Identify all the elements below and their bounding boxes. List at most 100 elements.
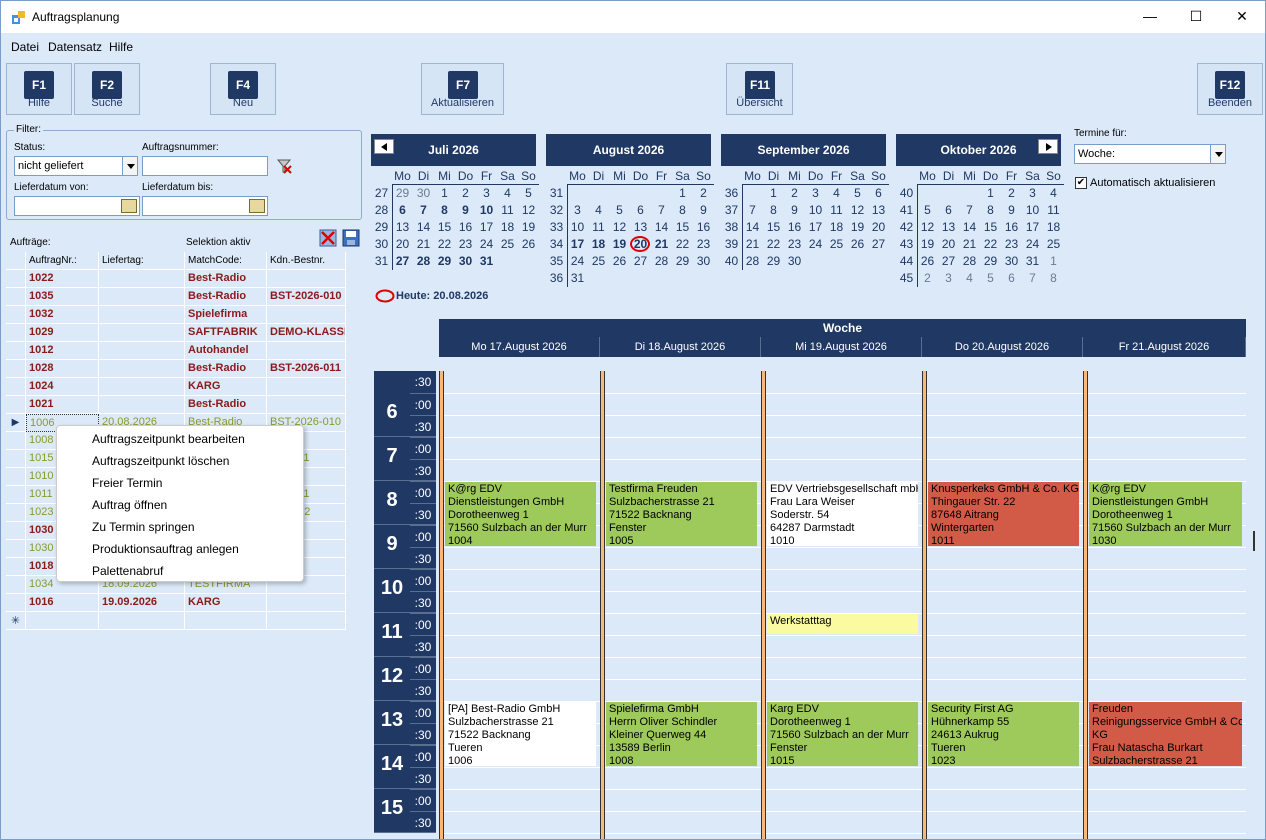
week-number[interactable]: 43 bbox=[896, 236, 917, 253]
calendar-day[interactable]: 25 bbox=[497, 236, 518, 253]
day-column[interactable]: K@rg EDV Dienstleistungen GmbH Dorotheenwe… bbox=[1083, 371, 1246, 839]
table-cell[interactable]: 1022 bbox=[26, 270, 99, 288]
calendar-day[interactable]: 15 bbox=[672, 219, 693, 236]
status-select[interactable]: nicht geliefert bbox=[14, 156, 138, 176]
calendar-day[interactable]: 15 bbox=[763, 219, 784, 236]
table-row[interactable]: 1024 KARG bbox=[6, 378, 346, 396]
appointment[interactable]: Security First AG Hühnerkamp 55 24613 Aukr… bbox=[928, 702, 1079, 766]
table-cell[interactable]: DEMO-KLASSI bbox=[267, 324, 346, 342]
column-header-order-number[interactable]: AuftragNr.: bbox=[26, 252, 99, 270]
calendar-day[interactable]: 17 bbox=[1022, 219, 1043, 236]
calendar-day[interactable]: 4 bbox=[588, 202, 609, 219]
exit-button[interactable]: F12 Beenden bbox=[1197, 63, 1263, 115]
calendar-day[interactable]: 12 bbox=[917, 219, 938, 236]
table-cell[interactable] bbox=[99, 306, 185, 324]
day-header[interactable]: Di 18.August 2026 bbox=[600, 337, 761, 357]
menu-datensatz[interactable]: Datensatz bbox=[48, 40, 102, 54]
row-selector[interactable] bbox=[6, 324, 26, 342]
calendar-day[interactable]: 1 bbox=[434, 185, 455, 202]
calendar-day[interactable]: 12 bbox=[847, 202, 868, 219]
table-cell[interactable]: 19.09.2026 bbox=[99, 594, 185, 612]
minimize-button[interactable]: — bbox=[1127, 1, 1173, 32]
chevron-down-icon[interactable] bbox=[1210, 145, 1225, 163]
row-selector[interactable] bbox=[6, 468, 26, 486]
calendar-day[interactable]: 23 bbox=[784, 236, 805, 253]
context-item-pallet-call[interactable]: Palettenabruf bbox=[57, 559, 303, 581]
table-cell[interactable] bbox=[267, 270, 346, 288]
calendar-day[interactable]: 8 bbox=[434, 202, 455, 219]
table-cell[interactable]: KARG bbox=[185, 594, 267, 612]
appointment[interactable]: Werkstatttag bbox=[767, 614, 918, 634]
day-header[interactable]: Mo 17.August 2026 bbox=[439, 337, 600, 357]
row-selector[interactable] bbox=[6, 306, 26, 324]
calendar-day[interactable]: 10 bbox=[1022, 202, 1043, 219]
week-number[interactable]: 30 bbox=[371, 236, 392, 253]
search-button[interactable]: F2 Suche bbox=[74, 63, 140, 115]
calendar-day[interactable]: 18 bbox=[588, 236, 609, 253]
context-item-jump-to-appointment[interactable]: Zu Termin springen bbox=[57, 515, 303, 537]
calendar-day[interactable]: 4 bbox=[1043, 185, 1064, 202]
week-number[interactable]: 45 bbox=[896, 270, 917, 287]
week-number[interactable]: 44 bbox=[896, 253, 917, 270]
table-cell[interactable] bbox=[267, 594, 346, 612]
table-cell[interactable]: 1032 bbox=[26, 306, 99, 324]
calendar-day[interactable]: 11 bbox=[826, 202, 847, 219]
day-header[interactable]: Do 20.August 2026 bbox=[922, 337, 1083, 357]
calendar-day[interactable]: 3 bbox=[938, 270, 959, 287]
week-number[interactable]: 32 bbox=[546, 202, 567, 219]
context-item-edit-order-time[interactable]: Auftragszeitpunkt bearbeiten bbox=[57, 427, 303, 449]
week-number[interactable]: 40 bbox=[896, 185, 917, 202]
calendar-day[interactable]: 2 bbox=[1001, 185, 1022, 202]
calendar-day[interactable]: 3 bbox=[805, 185, 826, 202]
help-button[interactable]: F1 Hilfe bbox=[6, 63, 72, 115]
day-column[interactable]: K@rg EDV Dienstleistungen GmbH Dorotheenwe… bbox=[439, 371, 600, 839]
calendar-day[interactable]: 12 bbox=[518, 202, 539, 219]
calendar-day[interactable]: 24 bbox=[567, 253, 588, 270]
calendar-day[interactable]: 19 bbox=[518, 219, 539, 236]
week-number[interactable]: 36 bbox=[721, 185, 742, 202]
table-cell[interactable] bbox=[99, 396, 185, 414]
table-cell[interactable]: 1028 bbox=[26, 360, 99, 378]
vertical-scrollbar[interactable] bbox=[1247, 319, 1265, 839]
table-cell[interactable]: Best-Radio bbox=[185, 288, 267, 306]
week-number[interactable]: 31 bbox=[546, 185, 567, 202]
table-cell[interactable]: Best-Radio bbox=[185, 270, 267, 288]
table-cell[interactable]: KARG bbox=[185, 378, 267, 396]
context-item-free-appointment[interactable]: Freier Termin bbox=[57, 471, 303, 493]
context-item-open-order[interactable]: Auftrag öffnen bbox=[57, 493, 303, 515]
appointment[interactable]: K@rg EDV Dienstleistungen GmbH Dorotheenwe… bbox=[1089, 482, 1242, 546]
appointment[interactable]: Knusperkeks GmbH & Co. KG Thingauer Str. … bbox=[928, 482, 1079, 546]
table-cell[interactable] bbox=[99, 324, 185, 342]
week-number[interactable]: 27 bbox=[371, 185, 392, 202]
clear-filter-icon[interactable] bbox=[275, 157, 293, 175]
calendar-day[interactable]: 16 bbox=[1001, 219, 1022, 236]
calendar-day[interactable]: 25 bbox=[1043, 236, 1064, 253]
row-selector[interactable] bbox=[6, 504, 26, 522]
day-column[interactable]: Knusperkeks GmbH & Co. KG Thingauer Str. … bbox=[922, 371, 1083, 839]
day-column[interactable]: Testfirma Freuden Sulzbacherstrasse 21 715… bbox=[600, 371, 761, 839]
calendar-day[interactable]: 30 bbox=[784, 253, 805, 270]
calendar-day[interactable]: 27 bbox=[630, 253, 651, 270]
appointment[interactable]: Freuden Reinigungsservice GmbH & Co. KG Fra… bbox=[1089, 702, 1242, 766]
table-cell[interactable]: BST-2026-011 bbox=[267, 360, 346, 378]
calendar-day[interactable]: 27 bbox=[868, 236, 889, 253]
calendar-icon[interactable] bbox=[121, 199, 137, 213]
table-cell[interactable] bbox=[99, 288, 185, 306]
column-header-delivery-day[interactable]: Liefertag: bbox=[99, 252, 185, 270]
table-cell[interactable]: SAFTFABRIK bbox=[185, 324, 267, 342]
calendar-day[interactable]: 13 bbox=[868, 202, 889, 219]
calendar-day[interactable]: 6 bbox=[1001, 270, 1022, 287]
row-selector[interactable] bbox=[6, 540, 26, 558]
calendar-day[interactable]: 22 bbox=[434, 236, 455, 253]
column-header-customer-order-number[interactable]: Kdn.-Bestnr. bbox=[267, 252, 346, 270]
row-selector[interactable] bbox=[6, 450, 26, 468]
week-number[interactable]: 39 bbox=[721, 236, 742, 253]
week-number[interactable]: 31 bbox=[371, 253, 392, 270]
delete-selection-icon[interactable] bbox=[319, 229, 337, 247]
calendar-day[interactable]: 20 bbox=[868, 219, 889, 236]
calendar-day[interactable]: 4 bbox=[497, 185, 518, 202]
appointment[interactable]: [PA] Best-Radio GmbH Sulzbacherstrasse 21… bbox=[445, 702, 596, 766]
calendar-day[interactable]: 13 bbox=[938, 219, 959, 236]
table-cell[interactable] bbox=[99, 342, 185, 360]
calendar-day[interactable]: 6 bbox=[392, 202, 413, 219]
